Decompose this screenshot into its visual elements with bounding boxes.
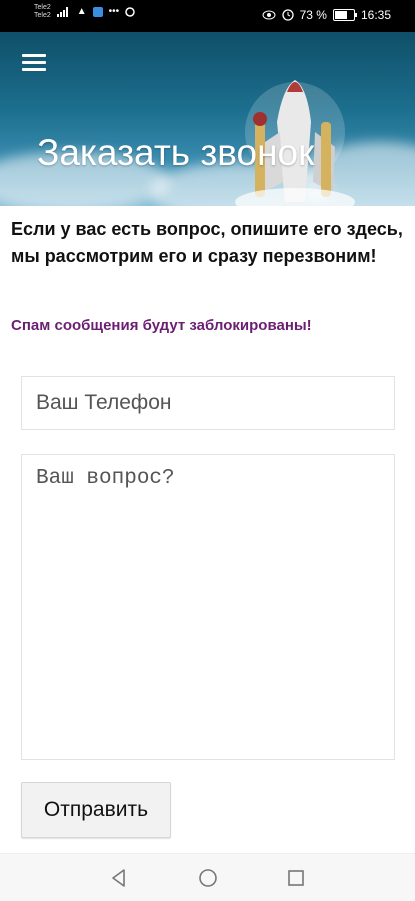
eye-icon: [262, 10, 276, 20]
battery-percent: 73 %: [299, 8, 327, 22]
intro-text: Если у вас есть вопрос, опишите его здес…: [11, 219, 403, 266]
spam-warning: Спам сообщения будут заблокированы!: [11, 317, 312, 334]
status-bar: Tele2 Tele2 ▲ ••• 73 % 16:35: [0, 0, 415, 32]
clock: 16:35: [360, 8, 391, 22]
status-right: 73 % 16:35: [262, 8, 391, 22]
menu-icon[interactable]: [22, 54, 46, 74]
more-icon: •••: [108, 6, 120, 17]
carriers: Tele2 Tele2: [34, 4, 51, 20]
carrier-1: Tele2: [34, 4, 51, 11]
recents-icon[interactable]: [284, 866, 308, 890]
navigation-bar: [0, 853, 415, 901]
page-title: Заказать звонок: [37, 132, 315, 173]
alarm-icon: [281, 9, 294, 21]
battery-icon: [332, 9, 357, 21]
submit-button[interactable]: Отправить: [21, 782, 171, 838]
signal-icon: [56, 7, 68, 17]
rocket-image: [235, 80, 355, 206]
settings-icon: [125, 7, 135, 17]
header-banner: Заказать звонок: [0, 32, 415, 206]
home-icon[interactable]: [196, 866, 220, 890]
back-icon[interactable]: [107, 866, 131, 890]
status-left: Tele2 Tele2 ▲ •••: [34, 4, 135, 20]
notification-icon: [92, 7, 103, 17]
carrier-2: Tele2: [34, 12, 51, 19]
phone-input[interactable]: Ваш Телефон: [21, 376, 395, 430]
question-textarea[interactable]: Ваш вопрос?: [21, 454, 395, 760]
data-signal-icon: ▲: [76, 6, 87, 17]
